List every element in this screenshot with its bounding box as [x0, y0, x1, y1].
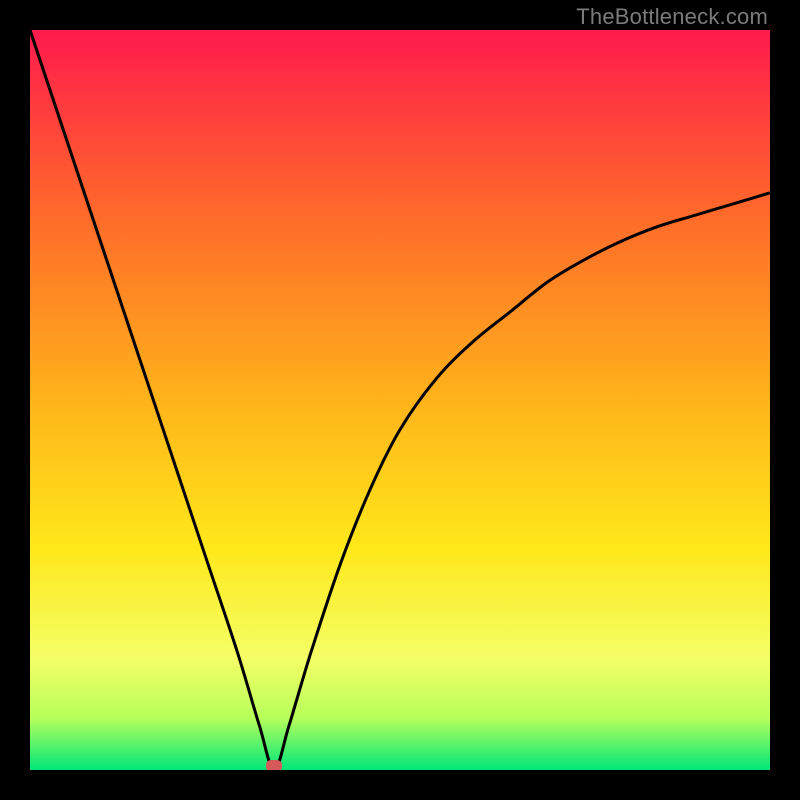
- bottleneck-curve: [30, 30, 770, 770]
- optimal-point-dot: [266, 760, 282, 770]
- plot-area: [30, 30, 770, 770]
- watermark-text: TheBottleneck.com: [576, 4, 768, 30]
- chart-frame: TheBottleneck.com: [0, 0, 800, 800]
